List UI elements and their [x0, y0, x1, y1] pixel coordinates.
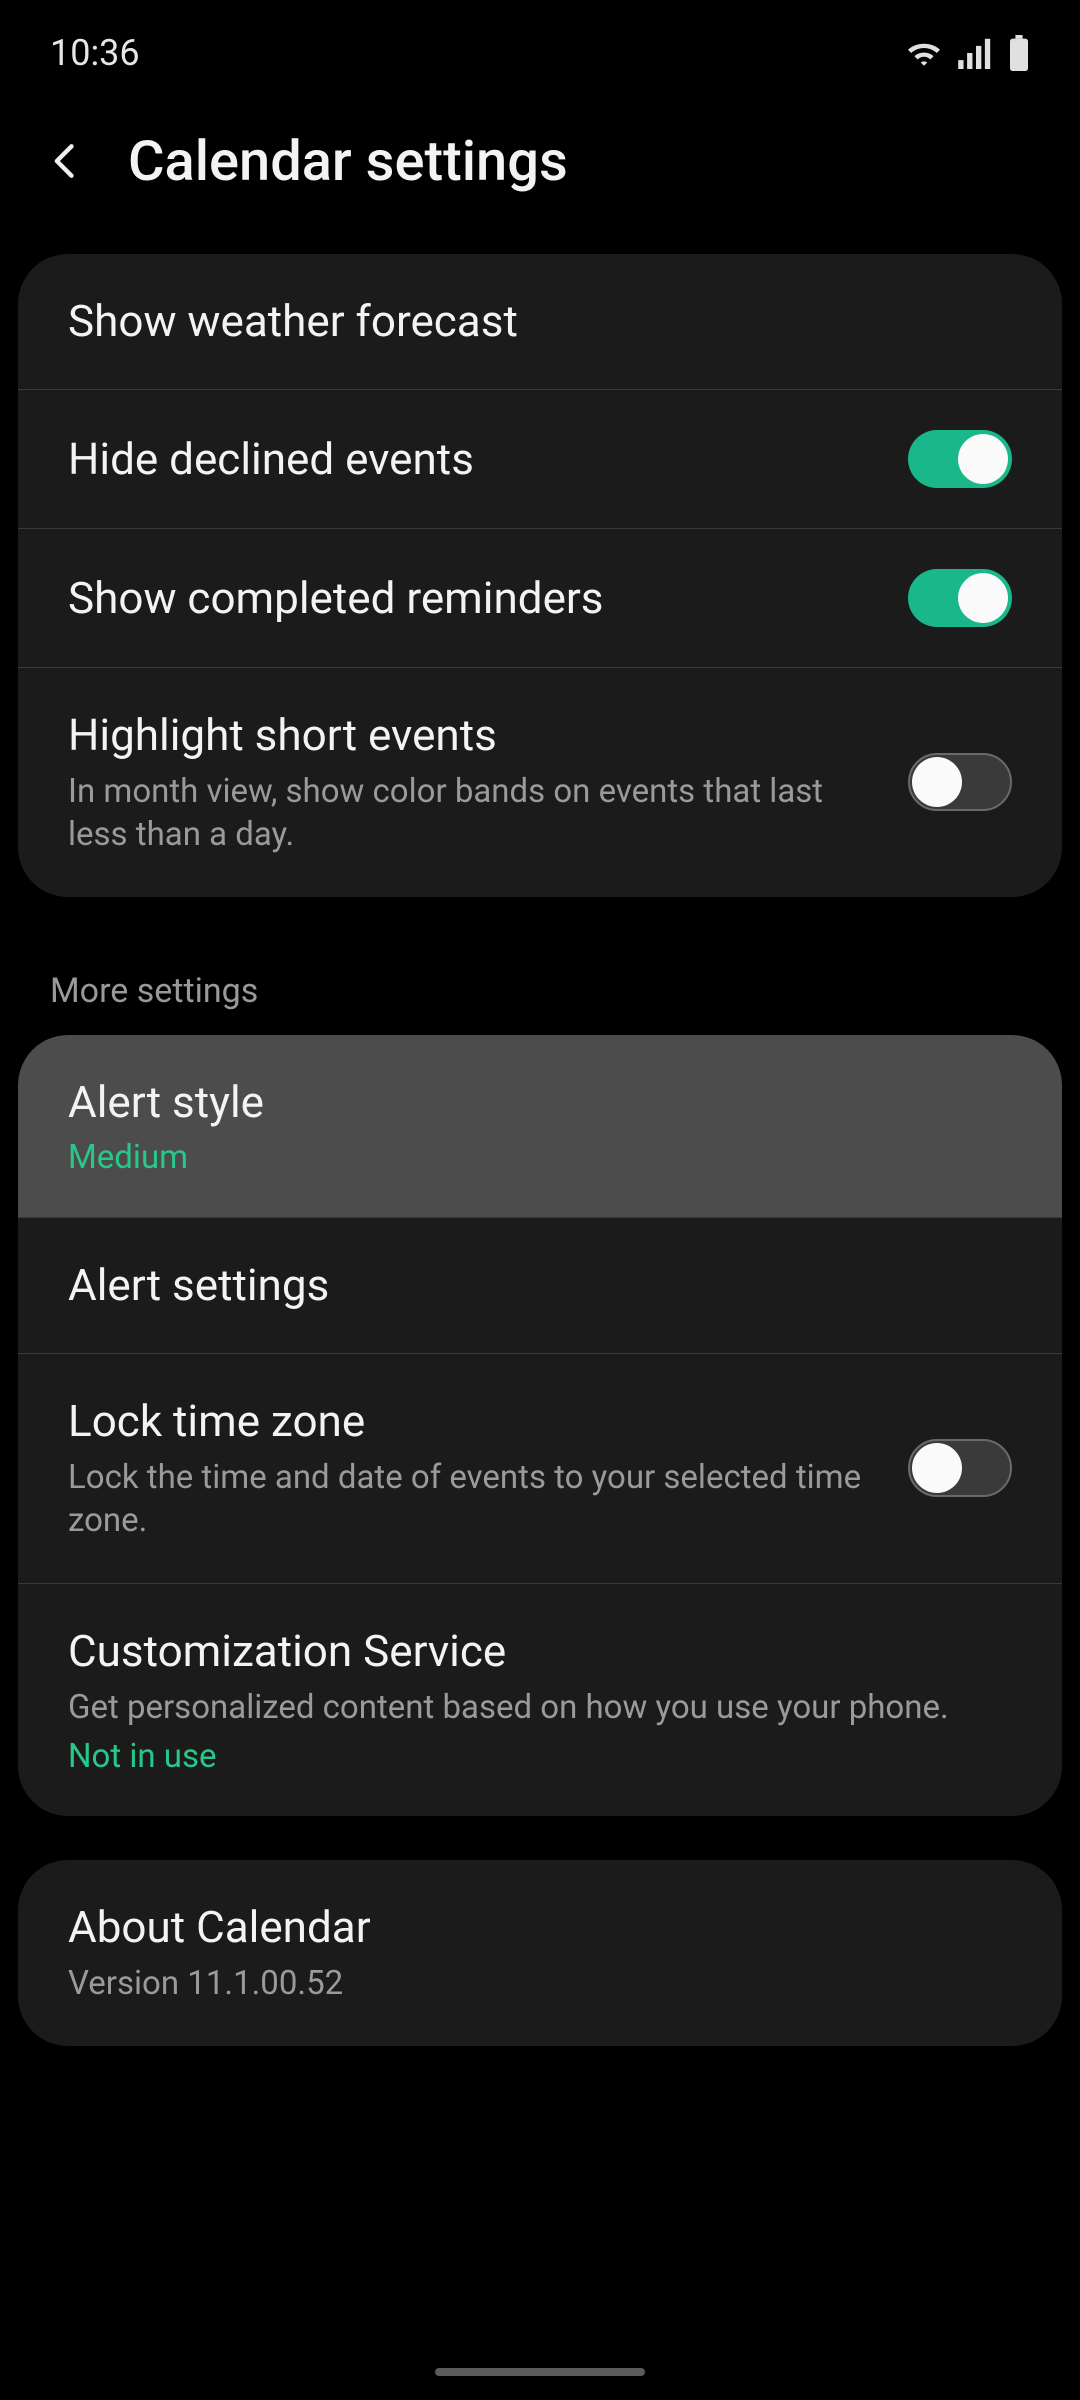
settings-group-general: Show weather forecast Hide declined even… [18, 254, 1062, 897]
status-bar: 10:36 [0, 0, 1080, 88]
settings-group-more: Alert style Medium Alert settings Lock t… [18, 1035, 1062, 1817]
row-title: Show weather forecast [68, 294, 982, 349]
back-icon[interactable] [44, 139, 88, 183]
row-subtitle: In month view, show color bands on event… [68, 771, 878, 857]
toggle-hide-declined[interactable] [908, 430, 1012, 488]
row-show-completed[interactable]: Show completed reminders [18, 528, 1062, 667]
wifi-icon [904, 37, 944, 69]
row-about-calendar[interactable]: About Calendar Version 11.1.00.52 [18, 1860, 1062, 2046]
row-title: Hide declined events [68, 432, 878, 487]
battery-icon [1008, 35, 1030, 71]
row-title: Alert style [68, 1075, 982, 1130]
row-status: Medium [68, 1138, 982, 1177]
row-highlight-short[interactable]: Highlight short events In month view, sh… [18, 667, 1062, 897]
row-subtitle: Lock the time and date of events to your… [68, 1457, 878, 1543]
row-lock-timezone[interactable]: Lock time zone Lock the time and date of… [18, 1353, 1062, 1583]
page-title: Calendar settings [128, 128, 568, 194]
page-header: Calendar settings [0, 88, 1080, 254]
row-alert-style[interactable]: Alert style Medium [18, 1035, 1062, 1217]
row-status: Not in use [68, 1737, 982, 1776]
toggle-show-completed[interactable] [908, 569, 1012, 627]
row-title: Lock time zone [68, 1394, 878, 1449]
settings-group-about: About Calendar Version 11.1.00.52 [18, 1860, 1062, 2046]
row-title: Alert settings [68, 1258, 982, 1313]
row-subtitle: Get personalized content based on how yo… [68, 1687, 982, 1730]
row-title: Highlight short events [68, 708, 878, 763]
status-icons [904, 35, 1030, 71]
row-title: Show completed reminders [68, 571, 878, 626]
status-time: 10:36 [50, 32, 140, 74]
toggle-highlight-short[interactable] [908, 753, 1012, 811]
signal-icon [958, 37, 994, 69]
row-alert-settings[interactable]: Alert settings [18, 1217, 1062, 1353]
row-hide-declined[interactable]: Hide declined events [18, 389, 1062, 528]
section-label-more: More settings [18, 941, 1062, 1035]
row-title: About Calendar [68, 1900, 982, 1955]
row-subtitle: Version 11.1.00.52 [68, 1963, 982, 2006]
row-title: Customization Service [68, 1624, 982, 1679]
row-customization-service[interactable]: Customization Service Get personalized c… [18, 1583, 1062, 1817]
toggle-lock-timezone[interactable] [908, 1439, 1012, 1497]
row-show-weather[interactable]: Show weather forecast [18, 254, 1062, 389]
nav-indicator [435, 2368, 645, 2376]
